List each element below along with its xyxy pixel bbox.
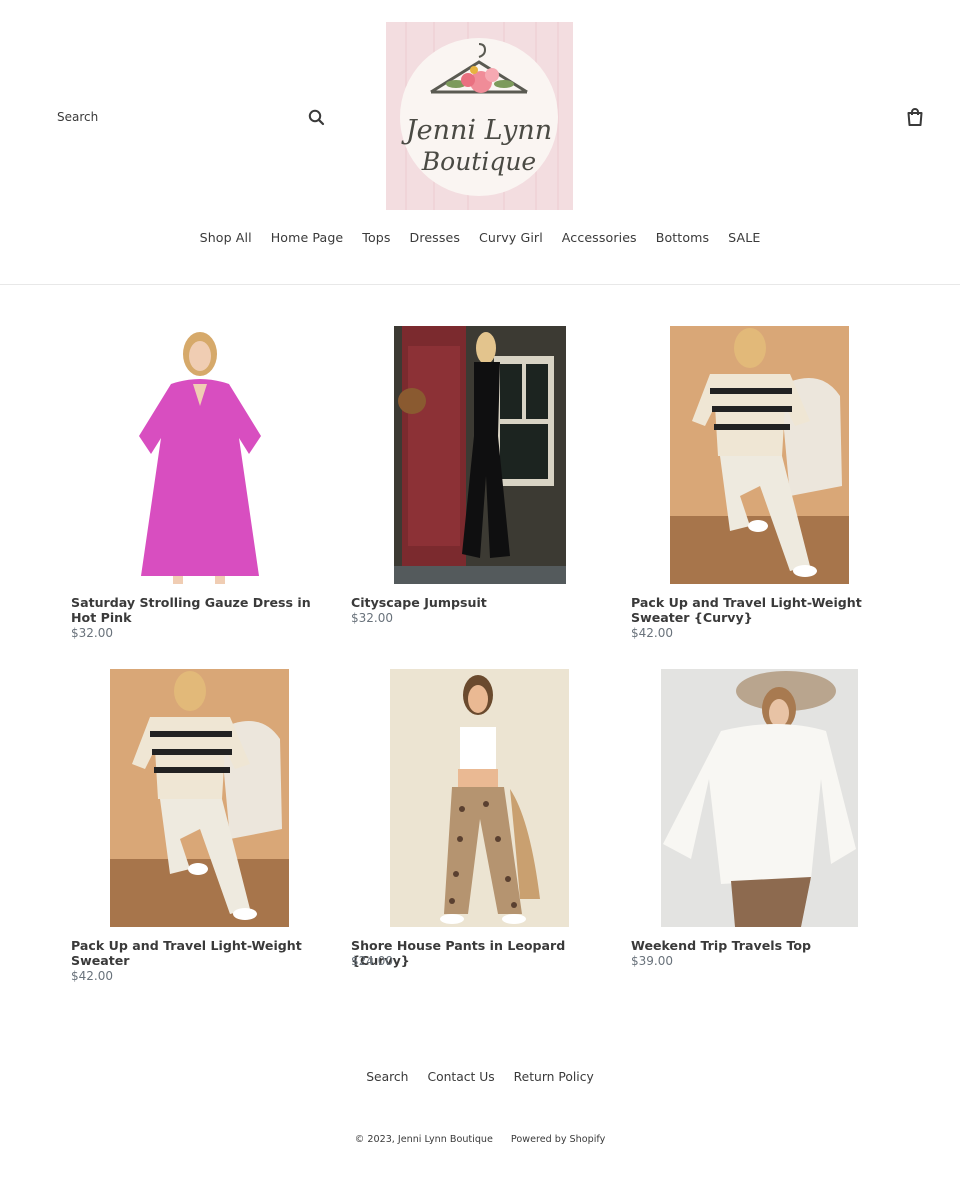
main-nav: Shop All Home Page Tops Dresses Curvy Gi… bbox=[0, 226, 960, 249]
nav-item-tops[interactable]: Tops bbox=[353, 226, 400, 249]
footer-link-search[interactable]: Search bbox=[357, 1068, 418, 1086]
copyright-bar: © 2023, Jenni Lynn Boutique Powered by S… bbox=[0, 1134, 960, 1145]
product-title[interactable]: Pack Up and Travel Light-Weight Sweater … bbox=[631, 595, 889, 625]
search-button[interactable] bbox=[306, 107, 328, 129]
cart-icon bbox=[907, 108, 923, 126]
product-image[interactable] bbox=[351, 326, 609, 584]
product-image[interactable] bbox=[71, 326, 329, 584]
product-image[interactable] bbox=[351, 669, 609, 927]
cart-link[interactable] bbox=[903, 105, 927, 129]
product-price: $42.00 bbox=[631, 626, 673, 640]
nav-item-home-page[interactable]: Home Page bbox=[261, 226, 353, 249]
product-title[interactable]: Pack Up and Travel Light-Weight Sweater bbox=[71, 938, 329, 968]
product-price: $39.00 bbox=[631, 954, 673, 968]
nav-item-bottoms[interactable]: Bottoms bbox=[646, 226, 718, 249]
powered-by-link[interactable]: Powered by Shopify bbox=[511, 1134, 605, 1145]
site-header: Jenni Lynn Boutique Shop All Home Page T… bbox=[0, 0, 960, 285]
product-price: $32.00 bbox=[351, 611, 393, 625]
nav-item-accessories[interactable]: Accessories bbox=[552, 226, 646, 249]
store-logo[interactable]: Jenni Lynn Boutique bbox=[386, 22, 573, 210]
footer-nav: Search Contact Us Return Policy bbox=[0, 1068, 960, 1086]
product-image[interactable] bbox=[631, 669, 889, 927]
product-price: $32.00 bbox=[71, 626, 113, 640]
product-price: $42.00 bbox=[71, 969, 113, 983]
footer-link-contact-us[interactable]: Contact Us bbox=[418, 1068, 504, 1086]
logo-text-line1: Jenni Lynn bbox=[401, 115, 552, 146]
product-title[interactable]: Cityscape Jumpsuit bbox=[351, 595, 609, 610]
search-form bbox=[46, 100, 336, 134]
footer-link-return-policy[interactable]: Return Policy bbox=[504, 1068, 603, 1086]
search-icon bbox=[308, 109, 325, 126]
logo-text-line2: Boutique bbox=[421, 147, 536, 176]
product-title[interactable]: Weekend Trip Travels Top bbox=[631, 938, 889, 953]
search-input[interactable] bbox=[46, 100, 286, 134]
nav-item-shop-all[interactable]: Shop All bbox=[190, 226, 261, 249]
product-image[interactable] bbox=[631, 326, 889, 584]
product-price: $24.00 bbox=[351, 954, 393, 968]
nav-item-curvy-girl[interactable]: Curvy Girl bbox=[470, 226, 553, 249]
copyright-text[interactable]: © 2023, Jenni Lynn Boutique bbox=[355, 1134, 493, 1145]
nav-item-sale[interactable]: SALE bbox=[719, 226, 770, 249]
product-title[interactable]: Saturday Strolling Gauze Dress in Hot Pi… bbox=[71, 595, 329, 625]
nav-item-dresses[interactable]: Dresses bbox=[400, 226, 469, 249]
product-image[interactable] bbox=[71, 669, 329, 927]
